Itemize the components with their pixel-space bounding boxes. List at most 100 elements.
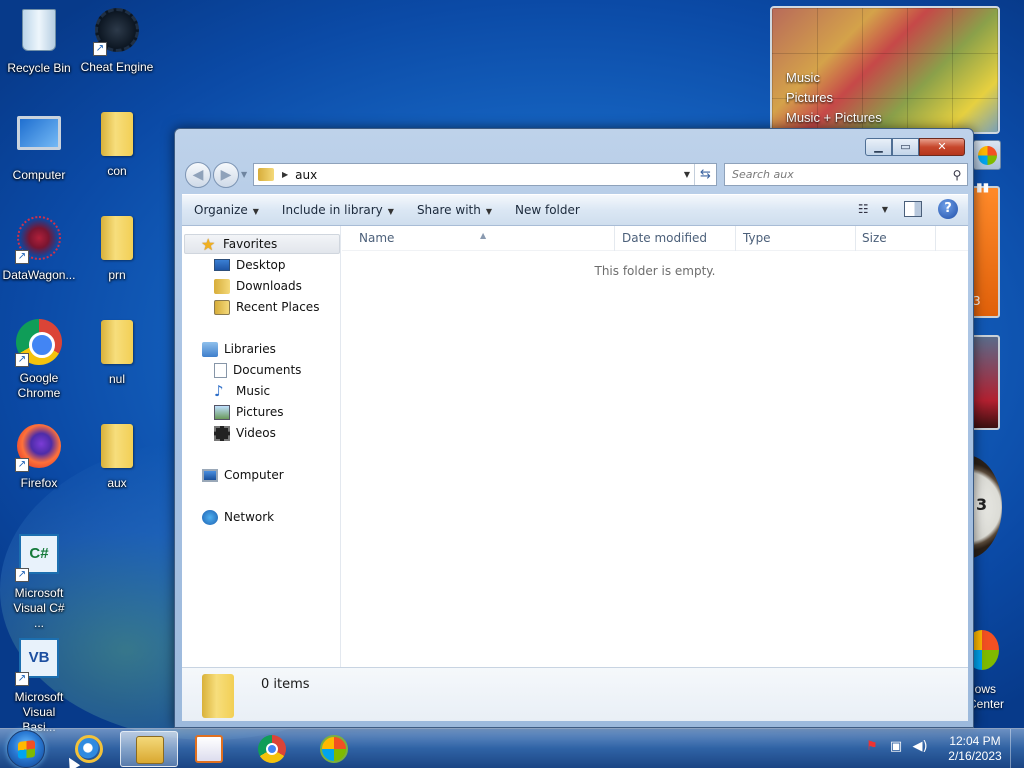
search-input[interactable] xyxy=(725,164,947,185)
help-icon[interactable]: ? xyxy=(938,199,958,219)
recycle-bin-icon xyxy=(15,9,63,57)
shortcut-arrow-icon: ↗ xyxy=(15,353,29,367)
desktop-icon-cheat-engine[interactable]: ↗ Cheat Engine xyxy=(80,6,154,75)
computer-icon xyxy=(202,468,218,482)
change-view-icon[interactable]: ☷ xyxy=(858,202,876,216)
desktop-icon-nul[interactable]: nul xyxy=(80,318,154,387)
desktop-icon-prn[interactable]: prn xyxy=(80,214,154,283)
start-button[interactable] xyxy=(7,730,45,768)
desktop-icon-label: Microsoft Visual C# ... xyxy=(13,586,65,630)
taskbar-media-player[interactable] xyxy=(180,731,238,767)
desktop-icon-con[interactable]: con xyxy=(80,110,154,179)
column-header-size[interactable]: Size xyxy=(856,226,936,251)
taskbar-windows-explorer[interactable] xyxy=(120,731,178,767)
music-note-icon: ♪ xyxy=(214,381,224,400)
shortcut-arrow-icon: ↗ xyxy=(15,672,29,686)
preview-pane-icon[interactable] xyxy=(904,201,922,217)
nav-item-favorites[interactable]: ★ Favorites xyxy=(184,234,340,254)
desktop-icon-aux[interactable]: aux xyxy=(80,422,154,491)
desktop-icon-label: prn xyxy=(108,268,126,282)
desktop-icon-visual-csharp[interactable]: C# ↗ Microsoft Visual C# ... xyxy=(2,530,76,631)
command-bar-right: ☷ ▼ ? xyxy=(858,199,958,219)
minimize-button[interactable]: ▁ xyxy=(865,138,892,156)
desktop-icon-datawagon[interactable]: ↗ DataWagon... xyxy=(2,214,76,283)
nav-item-downloads[interactable]: Downloads xyxy=(214,276,302,296)
file-list-pane[interactable]: Name ▲ Date modified Type Size This fold… xyxy=(342,226,968,667)
nav-item-label: Music xyxy=(236,384,271,398)
forward-button[interactable]: ▶ xyxy=(213,162,239,188)
column-header-date-modified[interactable]: Date modified xyxy=(615,226,736,251)
taskbar-google-chrome[interactable] xyxy=(243,731,301,767)
binder-rings-icon: ▮▮ xyxy=(976,180,990,194)
shortcut-arrow-icon: ↗ xyxy=(15,458,29,472)
navigation-pane[interactable]: ★ Favorites Desktop Downloads Recent Pla… xyxy=(182,226,341,667)
breadcrumb-separator-icon[interactable]: ▶ xyxy=(282,170,288,179)
close-button[interactable]: ✕ xyxy=(919,138,965,156)
nav-item-desktop[interactable]: Desktop xyxy=(214,255,286,275)
search-box[interactable]: ⚲ xyxy=(724,163,968,186)
desktop-icon-visual-basic[interactable]: VB ↗ Microsoft Visual Basi... xyxy=(2,634,76,735)
new-folder-label: New folder xyxy=(515,203,580,217)
nav-item-label: Pictures xyxy=(236,405,284,419)
chrome-icon: ↗ xyxy=(15,319,63,367)
nav-item-recent-places[interactable]: Recent Places xyxy=(214,297,319,317)
shortcut-arrow-icon: ↗ xyxy=(93,42,107,56)
recent-pages-dropdown[interactable]: ▼ xyxy=(241,170,247,179)
nav-item-computer[interactable]: Computer xyxy=(202,465,284,485)
visual-csharp-icon: C# ↗ xyxy=(15,534,63,582)
film-strip-icon xyxy=(214,425,230,441)
back-button[interactable]: ◀ xyxy=(185,162,211,188)
nav-item-libraries[interactable]: Libraries xyxy=(202,339,276,359)
content-area: ★ Favorites Desktop Downloads Recent Pla… xyxy=(182,226,968,667)
folder-icon xyxy=(202,674,234,718)
nav-item-label: Desktop xyxy=(236,258,286,272)
include-in-library-button[interactable]: Include in library ▼ xyxy=(270,203,405,217)
column-header-name[interactable]: Name ▲ xyxy=(342,226,615,251)
maximize-button[interactable]: ▭ xyxy=(892,138,919,156)
gadget-music-item[interactable]: Music xyxy=(786,70,820,85)
organize-label: Organize xyxy=(194,203,248,217)
taskbar-clock[interactable]: 12:04 PM 2/16/2023 xyxy=(940,734,1010,764)
nav-item-music[interactable]: ♪ Music xyxy=(214,381,270,401)
folder-icon xyxy=(93,112,141,160)
taskbar-windows-media-center[interactable] xyxy=(305,731,363,767)
column-header-label: Size xyxy=(862,231,887,245)
organize-button[interactable]: Organize ▼ xyxy=(182,203,270,217)
explorer-window[interactable]: ▁ ▭ ✕ ◀ ▶ ▼ ▶ aux ▼ ⇆ ⚲ Organize ▼ Includ… xyxy=(174,128,974,728)
nav-item-pictures[interactable]: Pictures xyxy=(214,402,284,422)
breadcrumb-segment[interactable]: aux xyxy=(295,168,680,182)
nav-item-label: Downloads xyxy=(236,279,302,293)
computer-icon xyxy=(15,116,63,164)
gadget-toolbar-tab[interactable] xyxy=(973,140,1001,170)
refresh-icon[interactable]: ⇆ xyxy=(694,164,716,185)
search-icon[interactable]: ⚲ xyxy=(947,168,967,182)
datawagon-icon: ↗ xyxy=(15,216,63,264)
nav-item-documents[interactable]: Documents xyxy=(214,360,301,380)
show-desktop-button[interactable] xyxy=(1010,729,1024,768)
gadget-pictures-item[interactable]: Pictures xyxy=(786,90,833,105)
action-center-icon[interactable]: ⚑ xyxy=(864,739,880,755)
desktop-icon-google-chrome[interactable]: ↗ Google Chrome xyxy=(2,318,76,401)
nav-item-videos[interactable]: Videos xyxy=(214,423,276,443)
more-options-icon[interactable]: ▼ xyxy=(882,205,888,214)
clock-time: 12:04 PM xyxy=(949,734,1001,748)
star-icon: ★ xyxy=(201,234,216,254)
share-with-button[interactable]: Share with ▼ xyxy=(405,203,503,217)
desktop-icon-computer[interactable]: Computer xyxy=(2,110,76,183)
desktop-icon-label: Firefox xyxy=(20,476,58,490)
media-center-gadget[interactable]: Music Pictures Music + Pictures xyxy=(770,6,1000,134)
column-headers: Name ▲ Date modified Type Size xyxy=(342,226,968,251)
network-status-icon[interactable]: ▣ xyxy=(888,739,904,755)
gadget-music-pictures-item[interactable]: Music + Pictures xyxy=(786,110,882,125)
desktop-icon-firefox[interactable]: ↗ Firefox xyxy=(2,422,76,491)
column-header-type[interactable]: Type xyxy=(736,226,856,251)
desktop-icon-recycle-bin[interactable]: Recycle Bin xyxy=(2,6,76,76)
volume-icon[interactable]: ◀) xyxy=(912,739,928,755)
nav-item-network[interactable]: Network xyxy=(202,507,274,527)
new-folder-button[interactable]: New folder xyxy=(503,203,591,217)
address-dropdown-icon[interactable]: ▼ xyxy=(680,170,694,179)
nav-item-label: Favorites xyxy=(223,237,278,251)
chrome-icon xyxy=(258,735,286,763)
windows-logo-icon xyxy=(978,146,997,165)
address-bar[interactable]: ▶ aux ▼ ⇆ xyxy=(253,163,717,186)
